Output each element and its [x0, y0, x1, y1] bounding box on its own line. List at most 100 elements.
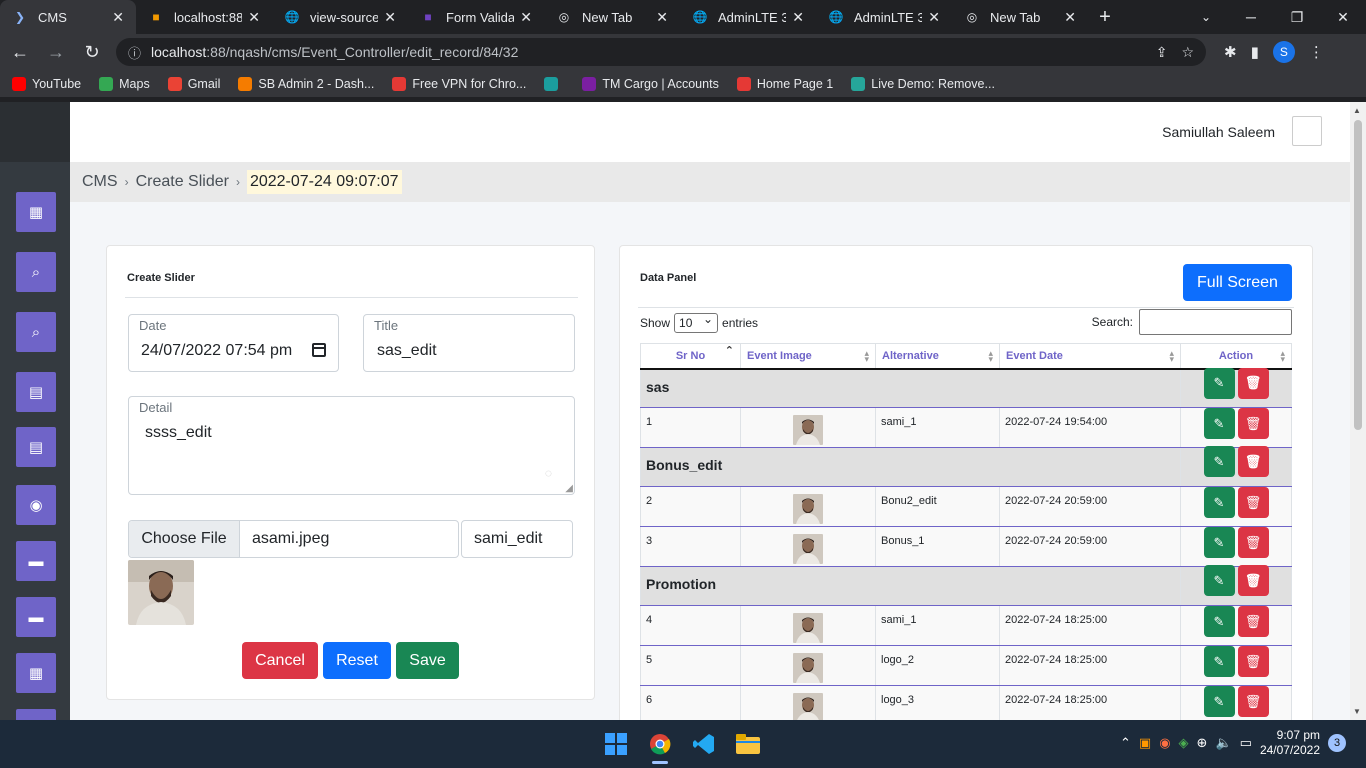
browser-tab[interactable]: ◎ New Tab ✕	[952, 0, 1088, 34]
search-icon[interactable]: ⌕	[16, 312, 56, 352]
dashboard-icon[interactable]: ▦	[16, 192, 56, 232]
breadcrumb-item[interactable]: Create Slider	[136, 173, 229, 191]
briefcase-icon[interactable]: ▬	[16, 541, 56, 581]
edit-icon[interactable]: ✎	[1203, 446, 1235, 477]
edit-icon[interactable]: ✎	[1203, 606, 1235, 637]
browser-tab[interactable]: 🌐 AdminLTE 3 | ✕	[680, 0, 816, 34]
bookmark-item[interactable]: Gmail	[167, 76, 220, 91]
clock[interactable]: 9:07 pm 24/07/2022	[1260, 728, 1320, 758]
edit-icon[interactable]: ✎	[1203, 527, 1235, 558]
site-info-icon[interactable]: ⓘ	[128, 43, 141, 62]
tray-app-icon[interactable]: ◉	[1159, 735, 1170, 751]
windows-start-icon[interactable]	[600, 728, 632, 760]
edit-icon[interactable]: ✎	[1203, 367, 1235, 399]
close-tab-icon[interactable]: ✕	[928, 9, 940, 26]
calendar-icon[interactable]	[312, 343, 326, 357]
close-tab-icon[interactable]: ✕	[384, 9, 396, 26]
user-avatar[interactable]	[1292, 116, 1322, 146]
show-hidden-icon[interactable]: ⌃	[1120, 735, 1131, 751]
minimize-icon[interactable]: ─	[1228, 0, 1274, 34]
trash-icon[interactable]: 🗑	[1237, 367, 1269, 399]
date-field[interactable]: Date 24/07/2022 07:54 pm	[128, 314, 339, 372]
bookmark-item[interactable]: YouTube	[12, 76, 81, 91]
full-screen-button[interactable]: Full Screen	[1183, 264, 1292, 301]
sidebar-more-icon[interactable]	[16, 709, 56, 720]
trash-icon[interactable]: 🗑	[1237, 408, 1269, 439]
column-header[interactable]: Action ▴ ▾	[1180, 343, 1292, 370]
security-icon[interactable]: ◈	[1179, 735, 1189, 751]
extensions-icon[interactable]: ✱	[1224, 43, 1237, 61]
column-header[interactable]: Alternative ▴ ▾	[875, 343, 1000, 370]
entries-select[interactable]: 10	[674, 312, 719, 333]
close-tab-icon[interactable]: ✕	[656, 9, 668, 26]
bookmark-item[interactable]: Home Page 1	[736, 76, 833, 91]
new-tab-icon[interactable]: +	[1088, 0, 1122, 34]
volume-icon[interactable]: 🔈	[1215, 735, 1231, 751]
resize-handle-icon[interactable]: ◢	[565, 483, 573, 494]
trash-icon[interactable]: 🗑	[1237, 646, 1269, 677]
file-explorer-icon[interactable]	[732, 728, 764, 760]
cancel-button[interactable]: Cancel	[242, 642, 318, 679]
calendar-icon[interactable]: ▦	[16, 653, 56, 693]
close-window-icon[interactable]: ✕	[1320, 0, 1366, 34]
alternative-input[interactable]: sami_edit	[461, 520, 573, 558]
side-panel-icon[interactable]: ▮	[1251, 43, 1259, 61]
detail-textarea[interactable]: Detail ssss_edit ◌ ◢	[128, 396, 575, 495]
close-tab-icon[interactable]: ✕	[248, 9, 260, 26]
edit-icon[interactable]: ✎	[1203, 487, 1235, 518]
archive-icon[interactable]: ▤	[16, 372, 56, 412]
bookmark-star-icon[interactable]: ☆	[1181, 44, 1194, 61]
bookmark-item[interactable]	[544, 76, 564, 91]
edit-icon[interactable]: ✎	[1203, 646, 1235, 677]
bookmark-item[interactable]: Live Demo: Remove...	[851, 76, 995, 91]
edit-icon[interactable]: ✎	[1203, 686, 1235, 717]
trash-icon[interactable]: 🗑	[1237, 487, 1269, 518]
page-scrollbar[interactable]: ▲ ▼	[1350, 102, 1366, 720]
save-button[interactable]: Save	[396, 642, 459, 679]
forward-icon[interactable]: →	[40, 36, 72, 68]
trash-icon[interactable]: 🗑	[1237, 527, 1269, 558]
reload-icon[interactable]: ↻	[76, 36, 108, 68]
close-tab-icon[interactable]: ✕	[792, 9, 804, 26]
trash-icon[interactable]: 🗑	[1237, 686, 1269, 717]
trash-icon[interactable]: 🗑	[1237, 565, 1269, 596]
close-tab-icon[interactable]: ✕	[1064, 9, 1076, 26]
archive-icon[interactable]: ▤	[16, 427, 56, 467]
edit-icon[interactable]: ✎	[1203, 565, 1235, 596]
browser-tab[interactable]: ■ localhost:88 / ✕	[136, 0, 272, 34]
breadcrumb-item[interactable]: CMS	[82, 173, 118, 191]
file-input[interactable]: Choose File asami.jpeg	[128, 520, 459, 558]
close-tab-icon[interactable]: ✕	[520, 9, 532, 26]
notification-badge[interactable]: 3	[1328, 734, 1346, 752]
language-icon[interactable]: ⊕	[1197, 735, 1208, 751]
browser-tab[interactable]: ■ Form Validati ✕	[408, 0, 544, 34]
search-icon[interactable]: ⌕	[16, 252, 56, 292]
trash-icon[interactable]: 🗑	[1237, 446, 1269, 477]
menu-kebab-icon[interactable]: ⋮	[1309, 43, 1324, 61]
column-header[interactable]: Event Date ▴ ▾	[999, 343, 1181, 370]
tray-app-icon[interactable]: ▣	[1139, 735, 1151, 751]
column-header[interactable]: Event Image ▴ ▾	[740, 343, 876, 370]
scrollbar-thumb[interactable]	[1354, 120, 1362, 430]
briefcase-icon[interactable]: ▬	[16, 597, 56, 637]
browser-tab[interactable]: 🌐 view-source:h ✕	[272, 0, 408, 34]
tab-search-icon[interactable]: ⌄	[1196, 0, 1216, 34]
back-icon[interactable]: ←	[4, 36, 36, 68]
browser-tab[interactable]: ◎ New Tab ✕	[544, 0, 680, 34]
battery-icon[interactable]: ▭	[1240, 735, 1252, 751]
title-field[interactable]: Title sas_edit	[363, 314, 575, 372]
choose-file-button[interactable]: Choose File	[129, 521, 240, 557]
browser-tab[interactable]: 🌐 AdminLTE 3 | ✕	[816, 0, 952, 34]
address-bar[interactable]: ⓘ localhost :88/nqash/cms/Event_Controll…	[116, 38, 1206, 66]
bookmark-item[interactable]: TM Cargo | Accounts	[582, 76, 719, 91]
restore-icon[interactable]: ❐	[1274, 0, 1320, 34]
trash-icon[interactable]: 🗑	[1237, 606, 1269, 637]
browser-tab[interactable]: ❯ CMS ✕	[0, 0, 136, 34]
vscode-app-icon[interactable]	[688, 728, 720, 760]
reset-button[interactable]: Reset	[323, 642, 391, 679]
wifi-icon[interactable]: ◉	[16, 485, 56, 525]
bookmark-item[interactable]: SB Admin 2 - Dash...	[238, 76, 374, 91]
column-header[interactable]: Sr No ⌃	[640, 343, 741, 370]
edit-icon[interactable]: ✎	[1203, 408, 1235, 439]
chrome-app-icon[interactable]	[644, 728, 676, 764]
